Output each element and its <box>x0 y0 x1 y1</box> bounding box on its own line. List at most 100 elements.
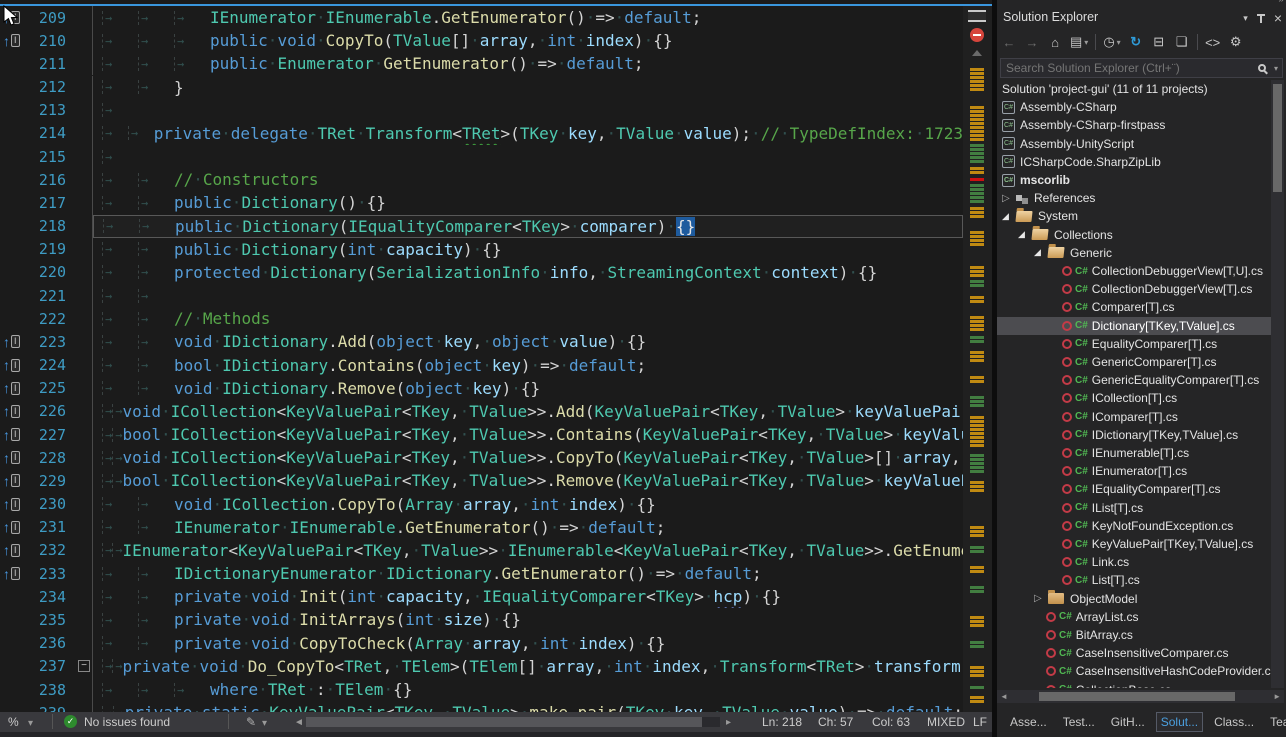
fold-margin[interactable] <box>76 585 93 608</box>
tree-item-dictionary-tkey-tvalue-cs[interactable]: C#Dictionary[TKey,TValue].cs <box>997 317 1272 335</box>
split-editor-handle-icon[interactable] <box>968 10 986 22</box>
code-line-237[interactable]: 237−→→private·void·Do_CopyTo<TRet,·TElem… <box>0 655 963 678</box>
code-line-220[interactable]: 220→→protected·Dictionary(SerializationI… <box>0 261 963 284</box>
code-text[interactable]: →→void·IDictionary.Add(object·key,·objec… <box>93 330 963 353</box>
brush-dropdown-caret-icon[interactable]: ▾ <box>262 718 267 729</box>
fold-margin[interactable] <box>76 145 93 168</box>
code-line-234[interactable]: 234→→private·void·Init(int·capacity,·IEq… <box>0 585 963 608</box>
code-line-228[interactable]: ↑I228→→void·ICollection<KeyValuePair<TKe… <box>0 446 963 469</box>
panel-tab-asse[interactable]: Asse... <box>1005 712 1052 732</box>
implements-indicator-icon[interactable]: ↑I <box>3 428 20 442</box>
code-line-210[interactable]: ↑I210→→→public·void·CopyTo(TValue[]·arra… <box>0 29 963 52</box>
tree-item-collectiondebuggerview-t-cs[interactable]: C#CollectionDebuggerView[T].cs <box>997 280 1272 298</box>
tree-item-list-t-cs[interactable]: C#List[T].cs <box>997 571 1272 589</box>
tree-item-keyvaluepair-tkey-tvalue-cs[interactable]: C#KeyValuePair[TKey,TValue].cs <box>997 535 1272 553</box>
fold-margin[interactable] <box>76 354 93 377</box>
code-line-217[interactable]: 217→→public·Dictionary()·{} <box>0 191 963 214</box>
fold-margin[interactable]: − <box>76 655 93 678</box>
tree-item-link-cs[interactable]: C#Link.cs <box>997 553 1272 571</box>
eol-indicator[interactable]: LF <box>973 715 987 729</box>
document-health-icon[interactable] <box>970 28 984 42</box>
code-line-226[interactable]: ↑I226→→void·ICollection<KeyValuePair<TKe… <box>0 400 963 423</box>
fold-margin[interactable] <box>76 6 93 29</box>
code-text[interactable]: →→public·Dictionary(int·capacity)·{} <box>93 238 963 261</box>
code-text[interactable]: →→void·IDictionary.Remove(object·key)·{} <box>93 377 963 400</box>
fold-margin[interactable] <box>76 99 93 122</box>
gutter[interactable] <box>0 632 30 655</box>
gutter[interactable]: ↑I <box>0 354 30 377</box>
cursor-line-indicator[interactable]: Ln: 218 <box>762 715 802 729</box>
tree-item-objectmodel[interactable]: ▷ObjectModel <box>997 590 1272 608</box>
code-line-213[interactable]: 213→ <box>0 99 963 122</box>
code-line-236[interactable]: 236→→private·void·CopyToCheck(Array·arra… <box>0 632 963 655</box>
tree-item-genericcomparer-t-cs[interactable]: C#GenericComparer[T].cs <box>997 353 1272 371</box>
fold-margin[interactable] <box>76 400 93 423</box>
fold-margin[interactable] <box>76 261 93 284</box>
gutter[interactable]: ↑I <box>0 539 30 562</box>
implements-indicator-icon[interactable]: ↑I <box>3 451 20 465</box>
hscroll-right-arrow-icon[interactable]: ▸ <box>726 717 731 728</box>
panel-horizontal-scrollbar[interactable]: ◄ ► <box>997 690 1284 703</box>
tree-item-bitarray-cs[interactable]: C#BitArray.cs <box>997 626 1272 644</box>
gutter[interactable]: ↑I <box>0 423 30 446</box>
tree-item-mscorlib[interactable]: C#mscorlib <box>997 171 1272 189</box>
hscroll-left-arrow-icon[interactable]: ◄ <box>294 717 304 728</box>
gutter[interactable]: ↑I <box>0 446 30 469</box>
implements-indicator-icon[interactable]: ↑I <box>3 358 20 372</box>
format-brush-icon[interactable]: ✎ <box>246 715 256 729</box>
code-line-216[interactable]: 216→→//·Constructors <box>0 168 963 191</box>
search-dropdown-caret-icon[interactable]: ▾ <box>1274 64 1278 73</box>
gutter[interactable]: ↑I <box>0 29 30 52</box>
code-line-230[interactable]: ↑I230→→void·ICollection.CopyTo(Array·arr… <box>0 493 963 516</box>
fold-margin[interactable] <box>76 678 93 701</box>
code-line-223[interactable]: ↑I223→→void·IDictionary.Add(object·key,·… <box>0 330 963 353</box>
home-icon[interactable]: ⌂ <box>1047 33 1063 51</box>
gutter[interactable] <box>0 99 30 122</box>
fold-margin[interactable] <box>76 122 93 145</box>
fold-margin[interactable] <box>76 168 93 191</box>
implements-indicator-icon[interactable]: ↑I <box>3 404 20 418</box>
gutter[interactable] <box>0 52 30 75</box>
fold-margin[interactable] <box>76 238 93 261</box>
code-text[interactable]: →→public·Dictionary(IEqualityComparer<TK… <box>93 215 963 238</box>
tree-item-keynotfoundexception-cs[interactable]: C#KeyNotFoundException.cs <box>997 517 1272 535</box>
implements-indicator-icon[interactable]: ↑I <box>3 381 20 395</box>
pin-icon[interactable] <box>1260 14 1262 23</box>
gutter[interactable] <box>0 284 30 307</box>
gutter[interactable] <box>0 678 30 701</box>
chevron-expanded-icon[interactable]: ◢ <box>1018 229 1032 240</box>
code-text[interactable]: → <box>93 99 963 122</box>
code-text[interactable]: →→} <box>93 76 963 99</box>
gutter[interactable] <box>0 585 30 608</box>
gutter[interactable]: ↑I <box>0 493 30 516</box>
gutter[interactable] <box>0 191 30 214</box>
code-line-239[interactable]: 239→→private·static·KeyValuePair<TKey,·T… <box>0 701 963 712</box>
preview-selected-icon[interactable]: ❏ <box>1174 33 1190 51</box>
code-text[interactable]: →→private·delegate·TRet·Transform<TRet>(… <box>93 122 963 145</box>
fold-margin[interactable] <box>76 284 93 307</box>
code-text[interactable]: →→→IEnumerator·IEnumerable.GetEnumerator… <box>93 6 963 29</box>
tree-item-caseinsensitivehashcodeprovider-cs[interactable]: C#CaseInsensitiveHashCodeProvider.cs <box>997 662 1272 680</box>
gutter[interactable]: ↑I <box>0 562 30 585</box>
back-icon[interactable]: ← <box>1001 33 1017 51</box>
code-text[interactable]: →→public·Dictionary()·{} <box>93 191 963 214</box>
search-box[interactable]: ▾ <box>1000 58 1283 78</box>
fold-margin[interactable] <box>76 377 93 400</box>
tree-item-references[interactable]: ▷References <box>997 189 1272 207</box>
fold-margin[interactable] <box>76 307 93 330</box>
code-line-211[interactable]: 211→→→public·Enumerator·GetEnumerator()·… <box>0 52 963 75</box>
gutter[interactable] <box>0 76 30 99</box>
tree-item-comparer-t-cs[interactable]: C#Comparer[T].cs <box>997 298 1272 316</box>
code-line-233[interactable]: ↑I233→→IDictionaryEnumerator·IDictionary… <box>0 562 963 585</box>
tree-item-ilist-t-cs[interactable]: C#IList[T].cs <box>997 499 1272 517</box>
editor-horizontal-scrollbar[interactable] <box>306 717 720 727</box>
code-text[interactable]: →→IEnumerator<KeyValuePair<TKey,·TValue>… <box>93 539 963 562</box>
code-text[interactable]: →→bool·ICollection<KeyValuePair<TKey,·TV… <box>93 423 963 446</box>
gutter[interactable] <box>0 307 30 330</box>
code-text[interactable]: →→IDictionaryEnumerator·IDictionary.GetE… <box>93 562 963 585</box>
refresh-icon[interactable]: ↻ <box>1128 33 1144 51</box>
panel-hscroll-thumb[interactable] <box>1039 692 1235 701</box>
gutter[interactable] <box>0 608 30 631</box>
chevron-collapsed-icon[interactable]: ▷ <box>1002 193 1016 204</box>
tree-item-ienumerable-t-cs[interactable]: C#IEnumerable[T].cs <box>997 444 1272 462</box>
